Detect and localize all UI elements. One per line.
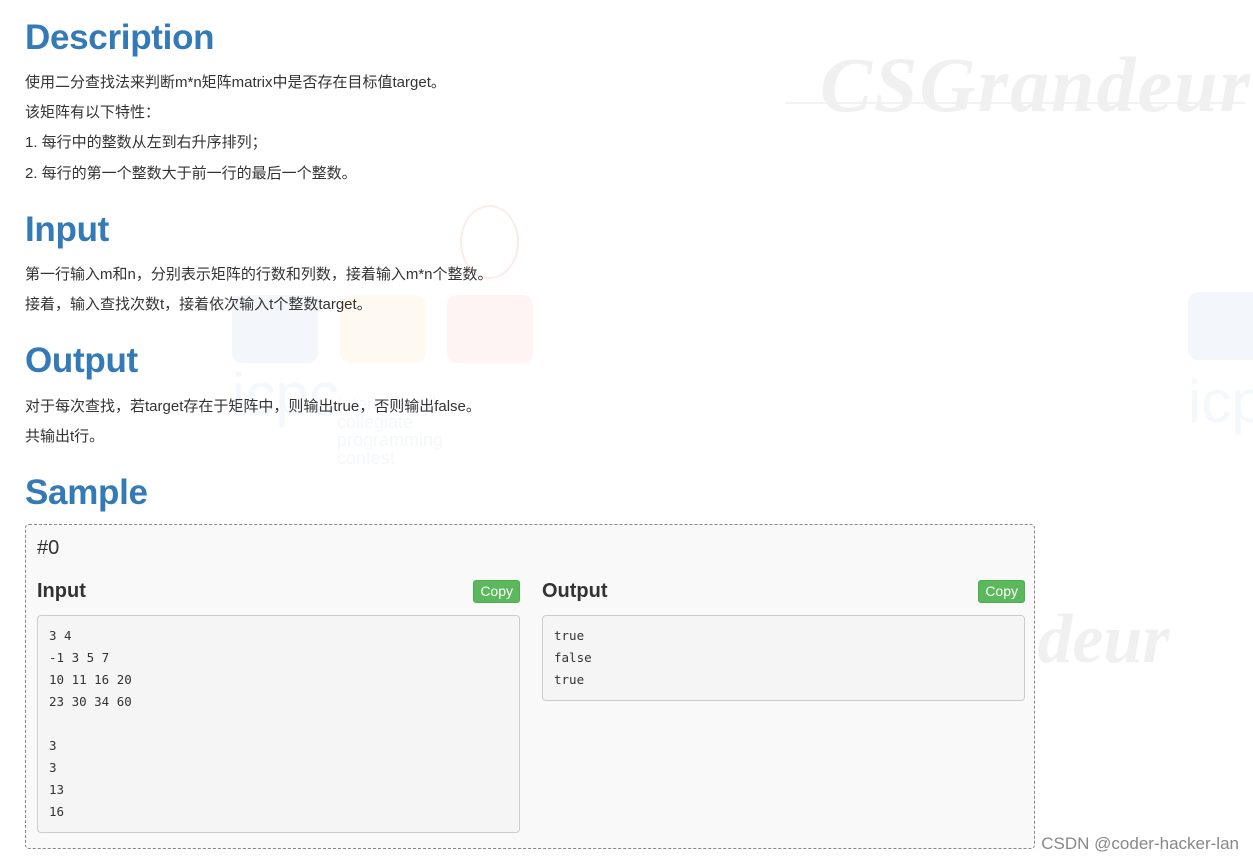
sample-output-text: true false true (542, 615, 1025, 701)
copy-output-button[interactable]: Copy (978, 580, 1025, 603)
sample-input-text: 3 4 -1 3 5 7 10 11 16 20 23 30 34 60 3 3… (37, 615, 520, 833)
icpc-logo-text: icpc (232, 361, 339, 428)
icpc-blue-square (1188, 292, 1253, 360)
description-line: 1. 每行中的整数从左到右升序排列； (25, 134, 267, 151)
icpc-logo-text: icpc (1188, 368, 1253, 435)
icpc-tagline-line-2: programming contest (337, 430, 444, 468)
output-spec-line: 共输出t行。 (25, 428, 105, 445)
description-line: 该矩阵有以下特性： (25, 104, 161, 121)
sample-output-label: Output (542, 580, 608, 602)
sample-input-label: Input (37, 580, 86, 602)
watermark-brand-top: CSGrandeur (820, 41, 1252, 128)
sample-case-box: #0 Input Copy 3 4 -1 3 5 7 10 11 16 20 2… (25, 524, 1035, 849)
description-heading: Description (25, 18, 215, 57)
csdn-credit: CSDN @coder-hacker-lan (1041, 834, 1239, 853)
input-heading: Input (25, 210, 110, 249)
output-spec-line: 对于每次查找，若target存在于矩阵中，则输出true，否则输出false。 (25, 398, 481, 415)
sample-case-id: #0 (37, 537, 60, 559)
description-line: 2. 每行的第一个整数大于前一行的最后一个整数。 (25, 165, 357, 182)
output-heading: Output (25, 341, 138, 380)
input-spec-line: 接着，输入查找次数t，接着依次输入t个整数target。 (25, 296, 372, 313)
input-spec-line: 第一行输入m和n，分别表示矩阵的行数和列数，接着输入m*n个整数。 (25, 266, 493, 283)
watermark-rule (785, 102, 1245, 104)
description-line: 使用二分查找法来判断m*n矩阵matrix中是否存在目标值target。 (25, 74, 446, 91)
copy-input-button[interactable]: Copy (473, 580, 520, 603)
sample-heading: Sample (25, 473, 148, 512)
watermark-brand-bottom-right: CSGrandeur (1030, 600, 1170, 680)
icpc-red-square (447, 295, 533, 363)
